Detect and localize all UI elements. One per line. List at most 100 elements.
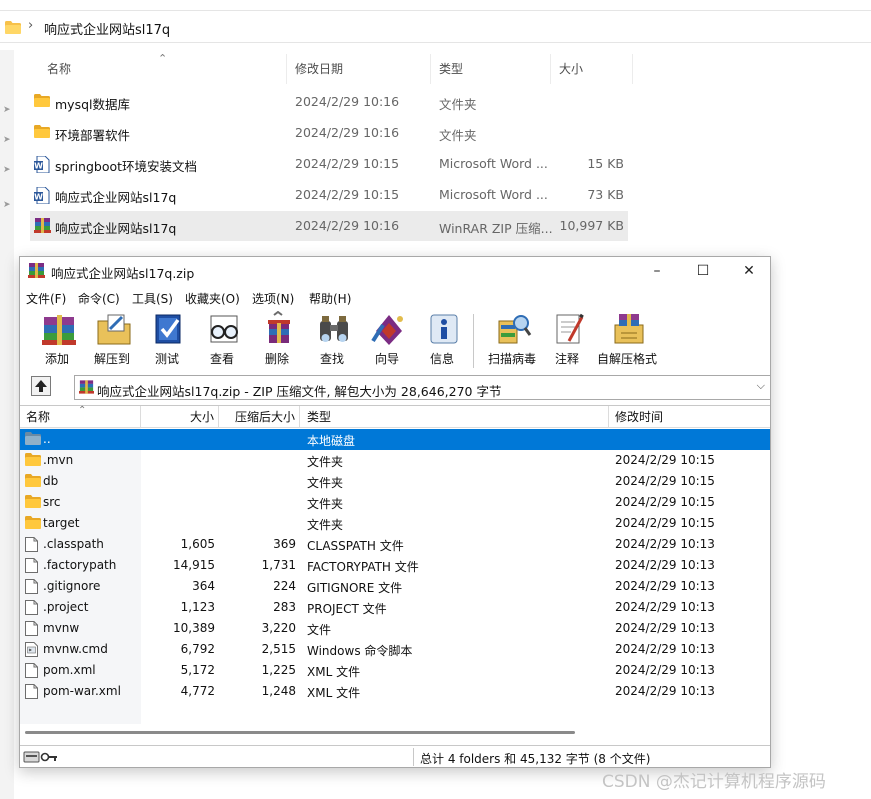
window-title: 响应式企业网站sl17q.zip: [51, 266, 195, 281]
toolbar-button-comment[interactable]: 注释: [539, 308, 595, 370]
status-text: 总计 4 folders 和 45,132 字节 (8 个文件): [420, 752, 651, 766]
toolbar-button-label: 信息: [429, 352, 454, 366]
column-size[interactable]: 大小: [551, 54, 633, 84]
file-row[interactable]: .classpath 1,605 369 CLASSPATH 文件 2024/2/29 …: [20, 534, 770, 555]
explorer-file-row[interactable]: mysql数据库 2024/2/29 10:16 文件夹: [30, 87, 628, 117]
column-packed[interactable]: 压缩后大小: [219, 406, 300, 428]
file-size: 10,389: [173, 621, 215, 635]
sort-ascending-icon: ⌃: [78, 405, 87, 416]
file-row[interactable]: pom-war.xml 4,772 1,248 XML 文件 2024/2/29 10:…: [20, 681, 770, 702]
file-type: Microsoft Word ...: [439, 187, 548, 202]
file-type: 本地磁盘: [307, 434, 356, 448]
minimize-button[interactable]: –: [634, 257, 680, 285]
file-date: 2024/2/29 10:16: [295, 94, 400, 109]
toolbar-button-extract-to[interactable]: 解压到: [84, 308, 140, 370]
file-name: db: [43, 474, 59, 488]
file-icon: [25, 537, 38, 555]
breadcrumb[interactable]: 响应式企业网站sl17q: [44, 19, 170, 38]
explorer-file-row[interactable]: W 响应式企业网站sl17q 2024/2/29 10:15 Microsoft Wo…: [30, 180, 628, 210]
file-packed-size: 1,225: [261, 663, 296, 677]
file-row[interactable]: .. 本地磁盘: [20, 429, 770, 450]
column-date[interactable]: 修改日期: [287, 54, 431, 84]
file-row[interactable]: mvnw 10,389 3,220 文件 2024/2/29 10:13: [20, 618, 770, 639]
file-modified: 2024/2/29 10:13: [615, 579, 715, 593]
toolbar-button-label: 自解压格式: [596, 352, 657, 366]
menu-help[interactable]: 帮助(H): [309, 290, 351, 307]
sfx-icon: [611, 311, 645, 347]
explorer-file-row[interactable]: Wspringboot环境安装文档 2024/2/29 10:15 Microsof…: [30, 149, 628, 179]
svg-text:W: W: [34, 162, 43, 171]
title-bar[interactable]: 响应式企业网站sl17q.zip – ☐ ✕: [20, 257, 770, 285]
toolbar-button-test[interactable]: 测试: [139, 308, 195, 370]
file-modified: 2024/2/29 10:15: [615, 474, 715, 488]
file-name: .factorypath: [43, 558, 117, 572]
svg-text:W: W: [34, 193, 43, 202]
file-type: XML 文件: [307, 686, 361, 700]
navigation-pane: ➤ ➤ ➤ ➤: [0, 50, 14, 799]
status-bar: 总计 4 folders 和 45,132 字节 (8 个文件): [20, 745, 770, 767]
explorer-file-row[interactable]: 环境部署软件 2024/2/29 10:16 文件夹: [30, 118, 628, 148]
winrar-archive-icon: [28, 263, 45, 281]
column-name[interactable]: 名称: [39, 54, 287, 84]
scrollbar-thumb[interactable]: [25, 731, 575, 734]
file-packed-size: 1,248: [261, 684, 296, 698]
file-row[interactable]: db 文件夹 2024/2/29 10:15: [20, 471, 770, 492]
toolbar-button-find-binoculars[interactable]: 查找: [304, 308, 360, 370]
folder-icon: [25, 495, 41, 511]
extract-to-icon: [96, 311, 131, 347]
watermark: CSDN @杰记计算机程序源码: [602, 772, 826, 792]
toolbar-button-info[interactable]: 信息: [414, 308, 470, 370]
address-bar[interactable]: › 响应式企业网站sl17q: [0, 10, 871, 43]
menu-tools[interactable]: 工具(S): [132, 290, 173, 307]
menu-file[interactable]: 文件(F): [26, 290, 66, 307]
toolbar-button-wizard[interactable]: 向导: [359, 308, 415, 370]
add-books-icon: [41, 311, 76, 347]
file-type: Microsoft Word ...: [439, 156, 548, 171]
toolbar-button-add-books[interactable]: 添加: [29, 308, 85, 370]
toolbar: 添加 解压到 测试 查看 删除 查找 向导 信息 扫描病毒 注释 自解压格式: [20, 308, 770, 370]
drive-key-icon[interactable]: [23, 750, 59, 767]
file-packed-size: 1,731: [261, 558, 296, 572]
folder-icon: [5, 21, 21, 37]
file-row[interactable]: pom.xml 5,172 1,225 XML 文件 2024/2/29 10:13: [20, 660, 770, 681]
file-name: mysql数据库: [55, 97, 130, 112]
column-type[interactable]: 类型: [431, 54, 551, 84]
explorer-file-row[interactable]: 响应式企业网站sl17q 2024/2/29 10:16 WinRAR ZIP 压缩…: [30, 211, 628, 241]
column-type[interactable]: 类型: [300, 406, 609, 428]
column-name[interactable]: 名称 ⌃: [20, 405, 141, 428]
file-size: 4,772: [180, 684, 215, 698]
file-packed-size: 283: [273, 600, 296, 614]
horizontal-scrollbar[interactable]: [20, 724, 770, 741]
menu-commands[interactable]: 命令(C): [78, 290, 120, 307]
file-type: XML 文件: [307, 665, 361, 679]
file-row[interactable]: .gitignore 364 224 GITIGNORE 文件 2024/2/29 10…: [20, 576, 770, 597]
close-button[interactable]: ✕: [726, 257, 772, 285]
toolbar-separator: [473, 314, 474, 368]
toolbar-button-delete[interactable]: 删除: [249, 308, 305, 370]
file-row[interactable]: target 文件夹 2024/2/29 10:15: [20, 513, 770, 534]
column-modified[interactable]: 修改时间: [609, 406, 770, 428]
maximize-button[interactable]: ☐: [680, 257, 726, 285]
file-type: 文件夹: [307, 518, 344, 532]
file-type: PROJECT 文件: [307, 602, 387, 616]
file-type: CLASSPATH 文件: [307, 539, 404, 553]
find-binoculars-icon: [316, 311, 350, 347]
comment-icon: [551, 311, 585, 347]
file-row[interactable]: .factorypath 14,915 1,731 FACTORYPATH 文件 202…: [20, 555, 770, 576]
menu-favorites[interactable]: 收藏夹(O): [185, 290, 240, 307]
archive-path-combobox[interactable]: 响应式企业网站sl17q.zip - ZIP 压缩文件, 解包大小为 28,64…: [74, 375, 771, 400]
up-one-level-button[interactable]: [31, 376, 51, 396]
toolbar-button-view-glasses[interactable]: 查看: [194, 308, 250, 370]
file-name: 响应式企业网站sl17q: [55, 190, 177, 205]
file-row[interactable]: mvnw.cmd 6,792 2,515 Windows 命令脚本 2024/2/29 …: [20, 639, 770, 660]
menu-options[interactable]: 选项(N): [252, 290, 294, 307]
toolbar-button-sfx[interactable]: 自解压格式: [597, 308, 657, 370]
column-size[interactable]: 大小: [141, 406, 219, 428]
file-row[interactable]: .mvn 文件夹 2024/2/29 10:15: [20, 450, 770, 471]
column-name-label: 名称: [26, 410, 51, 424]
file-row[interactable]: src 文件夹 2024/2/29 10:15: [20, 492, 770, 513]
file-row[interactable]: .project 1,123 283 PROJECT 文件 2024/2/29 10:1…: [20, 597, 770, 618]
toolbar-button-virus-scan[interactable]: 扫描病毒: [484, 308, 540, 370]
file-modified: 2024/2/29 10:13: [615, 600, 715, 614]
chevron-down-icon[interactable]: ⌵: [757, 379, 765, 393]
